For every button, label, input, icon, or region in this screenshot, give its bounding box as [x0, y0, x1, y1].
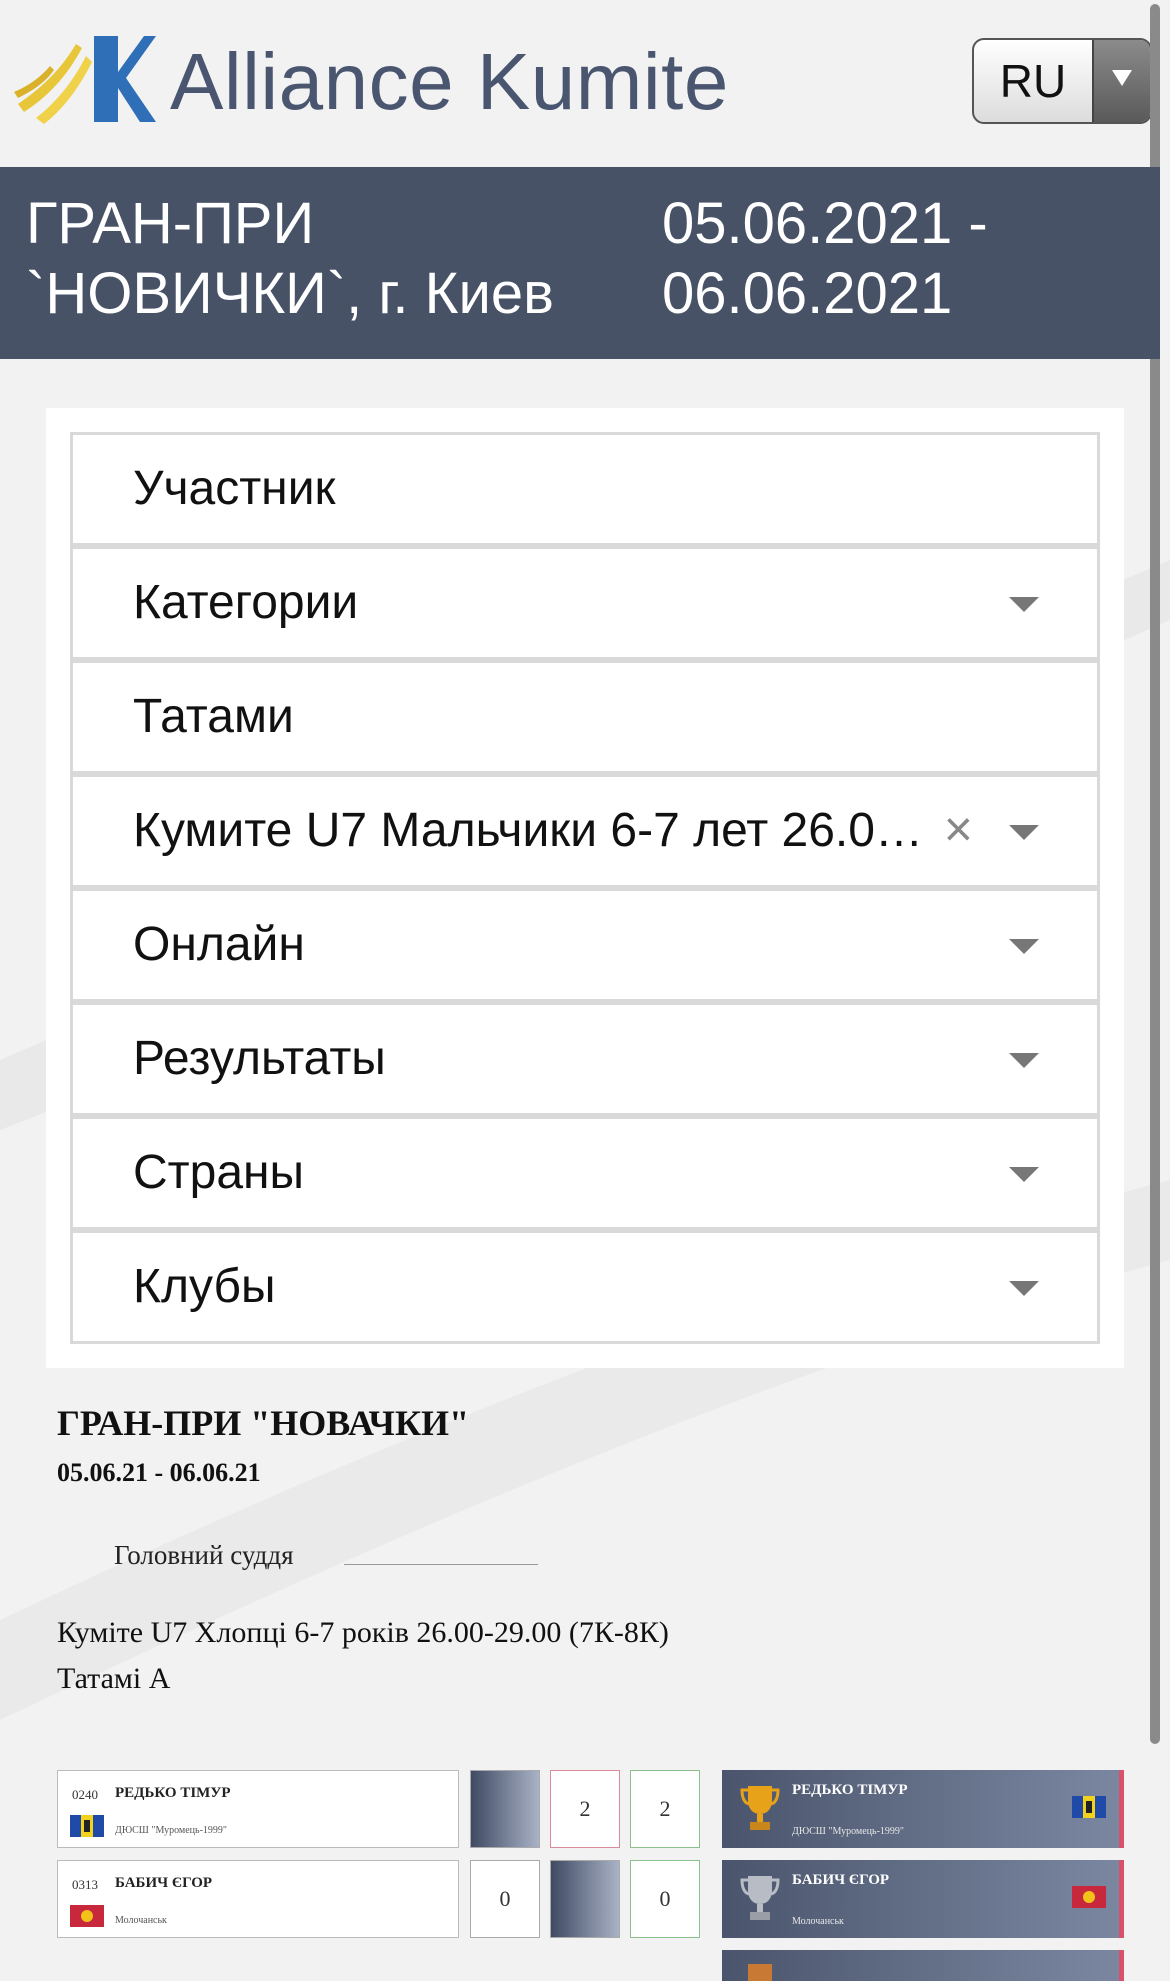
fighter-club: ДЮСШ "Муромець-1999" [115, 1825, 227, 1836]
filter-label: Татами [133, 690, 294, 743]
alliance-kumite-logo [14, 36, 156, 124]
bracket-title: ГРАН-ПРИ "НОВАЧКИ" [57, 1403, 470, 1443]
score-cell: 0 [630, 1860, 700, 1938]
filter-participant[interactable]: Участник [70, 432, 1100, 546]
filter-panel: Участник Категории Татами Кумите U7 Маль… [46, 408, 1124, 1368]
language-select[interactable]: RU [972, 38, 1152, 124]
podium-club: Молочанськ [792, 1916, 844, 1927]
event-banner: ГРАН-ПРИ `НОВИЧКИ`, г. Киев 05.06.2021 -… [0, 167, 1160, 359]
bracket-tatami: Татамі А [57, 1662, 171, 1695]
top-bar: Alliance Kumite RU [0, 0, 1160, 167]
event-title: ГРАН-ПРИ `НОВИЧКИ`, г. Киев [26, 191, 554, 326]
fighter-name: РЕДЬКО ТІМУР [115, 1785, 231, 1801]
region-flag-icon [1072, 1886, 1106, 1908]
language-dropdown-button[interactable] [1092, 40, 1150, 122]
podium-name: БАБИЧ ЄГОР [792, 1872, 890, 1888]
bracket-category: Куміте U7 Хлопці 6-7 років 26.00-29.00 (… [57, 1616, 669, 1649]
score-cell: 2 [550, 1770, 620, 1848]
silver-trophy-icon [740, 1876, 780, 1920]
caret-down-icon [1009, 597, 1039, 612]
podium-first-place: РЕДЬКО ТІМУР ДЮСШ "Муромець-1999" [722, 1770, 1124, 1848]
filter-results[interactable]: Результаты [70, 1002, 1100, 1116]
language-selected-value: RU [999, 55, 1067, 107]
filter-label: Онлайн [133, 918, 305, 971]
fighter-number: 0240 [72, 1787, 98, 1802]
fighter-club: Молочанськ [115, 1915, 167, 1926]
filter-countries[interactable]: Страны [70, 1116, 1100, 1230]
filter-categories[interactable]: Категории [70, 546, 1100, 660]
bracket-dates: 05.06.21 - 06.06.21 [57, 1458, 261, 1487]
event-dates: 05.06.2021 - 06.06.2021 [662, 191, 988, 326]
caret-down-icon [1009, 939, 1039, 954]
podium-club: ДЮСШ "Муромець-1999" [792, 1826, 904, 1837]
clear-icon[interactable]: × [944, 801, 973, 857]
score-cell: 2 [630, 1770, 700, 1848]
score-cell [550, 1860, 620, 1938]
filter-selected-category[interactable]: Кумите U7 Мальчики 6-7 лет 26.00-29.00 (… [70, 774, 1100, 888]
podium-second-place: БАБИЧ ЄГОР Молочанськ [722, 1860, 1124, 1938]
caret-down-icon [1009, 1167, 1039, 1182]
chief-judge-label: Головний суддя [114, 1540, 294, 1570]
filter-clubs[interactable]: Клубы [70, 1230, 1100, 1344]
brand-name[interactable]: Alliance Kumite [170, 36, 729, 128]
fighter-row[interactable]: 0313 БАБИЧ ЄГОР Молочанськ [57, 1860, 459, 1938]
chevron-down-icon [1112, 70, 1132, 86]
podium-third-place [722, 1950, 1124, 1981]
filter-label: Страны [133, 1146, 305, 1199]
filter-label: Результаты [133, 1032, 386, 1085]
filter-tatami[interactable]: Татами [70, 660, 1100, 774]
caret-down-icon [1009, 1281, 1039, 1296]
podium-name: РЕДЬКО ТІМУР [792, 1782, 908, 1798]
filter-online[interactable]: Онлайн [70, 888, 1100, 1002]
fighter-number: 0313 [72, 1877, 98, 1892]
filter-label: Категории [133, 576, 359, 629]
signature-line [344, 1564, 538, 1565]
fighter-row[interactable]: 0240 РЕДЬКО ТІМУР ДЮСШ "Муромець-1999" [57, 1770, 459, 1848]
filter-label: Кумите U7 Мальчики 6-7 лет 26.00-29.00 (… [133, 804, 939, 857]
region-flag-icon [70, 1815, 104, 1837]
filter-label: Участник [133, 462, 336, 515]
fighter-name: БАБИЧ ЄГОР [115, 1875, 213, 1891]
region-flag-icon [70, 1905, 104, 1927]
caret-down-icon [1009, 825, 1039, 840]
filter-label: Клубы [133, 1260, 276, 1313]
region-flag-icon [1072, 1796, 1106, 1818]
bronze-trophy-icon [748, 1964, 772, 1981]
score-cell: 0 [470, 1860, 540, 1938]
score-cell [470, 1770, 540, 1848]
caret-down-icon [1009, 1053, 1039, 1068]
gold-trophy-icon [740, 1786, 780, 1830]
